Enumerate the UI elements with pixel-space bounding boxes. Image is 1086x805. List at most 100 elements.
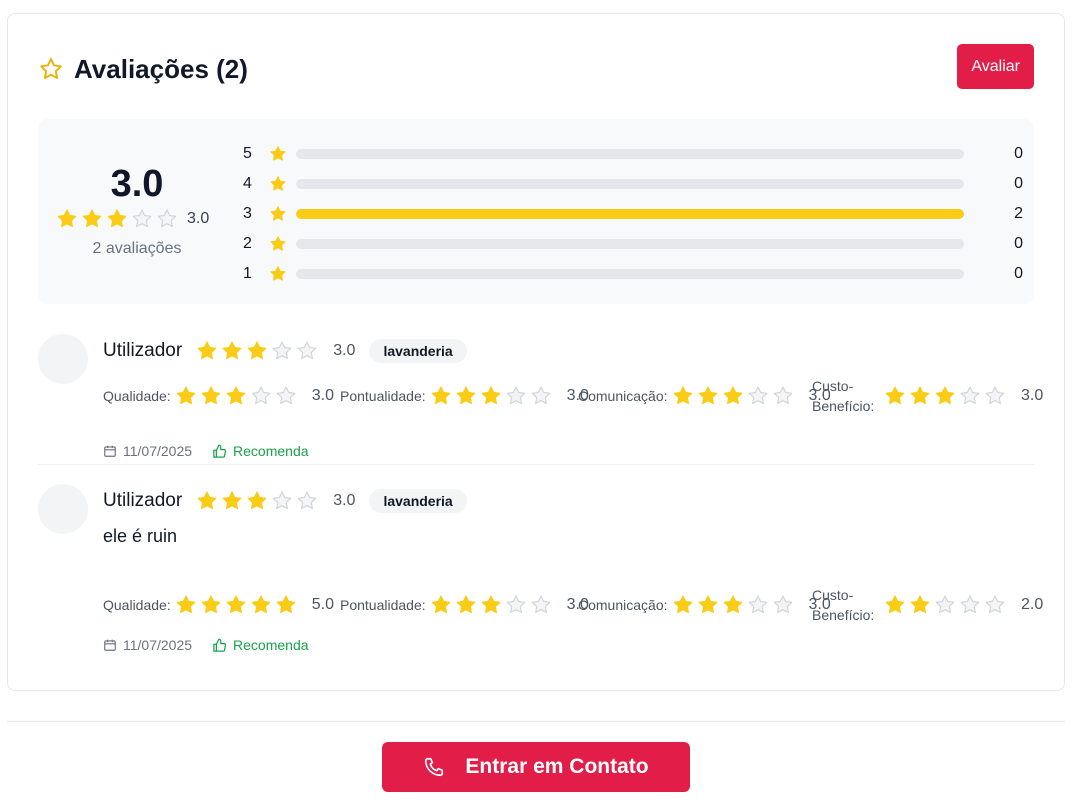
- star-rating: [175, 385, 300, 407]
- distribution-label: 3: [243, 205, 252, 222]
- review-comment: ele é ruin: [103, 526, 178, 546]
- review-meta: 11/07/2025 Recomenda: [103, 441, 309, 461]
- reviews-header: Avaliações (2) Avaliar: [38, 44, 1034, 94]
- star-rating: [175, 594, 300, 616]
- star-rating: [884, 385, 1009, 407]
- criterion-rating: Qualidade: 3.0: [103, 381, 334, 411]
- criterion-label: Pontualidade:: [340, 597, 426, 613]
- criterion-rating: Comunicação: 3.0: [578, 381, 831, 411]
- criterion-label: Custo-Benefício:: [812, 587, 875, 623]
- distribution-bar: [296, 239, 964, 249]
- criterion-value: 3.0: [311, 387, 334, 404]
- star-empty-icon: [531, 386, 550, 405]
- star-empty-icon: [960, 386, 980, 405]
- review-date: 11/07/2025: [103, 637, 192, 653]
- page-title: Avaliações (2): [74, 54, 248, 84]
- star-filled-icon: [910, 595, 930, 614]
- review-author: Utilizador: [103, 490, 183, 511]
- review-score: 3.0: [333, 492, 356, 509]
- recommend-badge: Recomenda: [212, 443, 309, 459]
- star-filled-icon: [197, 341, 217, 360]
- star-filled-icon: [270, 236, 286, 251]
- star-rating: [196, 340, 321, 362]
- criterion-label: Qualidade:: [103, 388, 171, 404]
- rating-distribution: 5040322010: [243, 139, 1023, 289]
- star-rating: [196, 490, 321, 512]
- recommend-text: Recomenda: [233, 443, 309, 459]
- criterion-value: 3.0: [1021, 387, 1044, 404]
- criterion-label: Comunicação:: [578, 388, 668, 404]
- criterion-value: 5.0: [311, 596, 334, 613]
- criterion-rating: Pontualidade: 3.0: [340, 381, 589, 411]
- star-filled-icon: [431, 386, 450, 405]
- criterion-label: Pontualidade:: [340, 388, 426, 404]
- star-empty-icon: [297, 491, 317, 510]
- star-filled-icon: [107, 209, 127, 228]
- rate-button[interactable]: Avaliar: [957, 44, 1034, 89]
- thumbs-up-icon: [213, 444, 227, 458]
- review-count: 2 avaliações: [92, 240, 182, 257]
- criterion-rating: Custo-Benefício: 2.0: [812, 587, 1044, 623]
- average-stars: 3.0: [56, 206, 209, 232]
- average-stars-value: 3.0: [187, 210, 210, 227]
- avatar: [38, 334, 88, 384]
- criterion-value: 2.0: [1021, 596, 1044, 613]
- star-empty-icon: [773, 595, 792, 614]
- star-filled-icon: [456, 386, 475, 405]
- star-empty-icon: [272, 341, 292, 360]
- star-filled-icon: [270, 206, 286, 221]
- star-filled-icon: [270, 146, 286, 161]
- star-filled-icon: [885, 386, 905, 405]
- distribution-count: 0: [1014, 145, 1023, 162]
- star-rating: [56, 208, 181, 230]
- star-empty-icon: [157, 209, 177, 228]
- star-filled-icon: [197, 491, 217, 510]
- star-empty-icon: [960, 595, 980, 614]
- star-empty-icon: [272, 491, 292, 510]
- star-filled-icon: [222, 491, 242, 510]
- star-empty-icon: [506, 386, 525, 405]
- distribution-row: 32: [243, 199, 1023, 229]
- star-empty-icon: [773, 386, 792, 405]
- star-filled-icon: [431, 595, 450, 614]
- contact-button-label: Entrar em Contato: [465, 755, 649, 778]
- star-rating: [884, 594, 1009, 616]
- contact-button[interactable]: Entrar em Contato: [382, 742, 690, 792]
- star-filled-icon: [910, 386, 930, 405]
- star-empty-icon: [276, 386, 296, 405]
- distribution-row: 50: [243, 139, 1023, 169]
- star-empty-icon: [531, 595, 550, 614]
- calendar-icon: [104, 445, 116, 457]
- star-filled-icon: [270, 266, 286, 281]
- distribution-label: 2: [243, 235, 252, 252]
- distribution-bar: [296, 209, 964, 219]
- star-filled-icon: [226, 595, 246, 614]
- rating-summary: 3.0 3.0 2 avaliações 5040322010: [38, 119, 1034, 304]
- star-filled-icon: [201, 386, 221, 405]
- star-filled-icon: [251, 595, 271, 614]
- distribution-count: 2: [1014, 205, 1023, 222]
- average-block: 3.0 3.0 2 avaliações: [38, 119, 238, 304]
- star-filled-icon: [276, 595, 296, 614]
- review-score: 3.0: [333, 342, 356, 359]
- star-filled-icon: [481, 595, 500, 614]
- thumbs-up-icon: [213, 638, 227, 652]
- distribution-row: 10: [243, 259, 1023, 289]
- distribution-count: 0: [1014, 235, 1023, 252]
- distribution-label: 4: [243, 175, 252, 192]
- avatar: [38, 484, 88, 534]
- star-empty-icon: [748, 595, 767, 614]
- star-filled-icon: [723, 595, 742, 614]
- star-filled-icon: [247, 341, 267, 360]
- review-date-text: 11/07/2025: [123, 637, 193, 653]
- star-empty-icon: [985, 595, 1005, 614]
- star-rating: [672, 385, 797, 407]
- distribution-bar-fill: [296, 209, 964, 219]
- review-item: Utilizador 3.0 lavanderia Qualidade: 3.0 Pont…: [38, 334, 1043, 465]
- star-filled-icon: [723, 386, 742, 405]
- criterion-label: Comunicação:: [578, 597, 668, 613]
- review-date: 11/07/2025: [103, 443, 192, 459]
- star-rating: [430, 594, 555, 616]
- category-tag: lavanderia: [369, 489, 467, 513]
- star-filled-icon: [935, 386, 955, 405]
